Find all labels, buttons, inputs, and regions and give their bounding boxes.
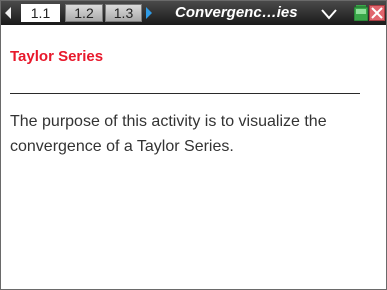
divider <box>10 93 360 94</box>
title-bar: 1.1 1.2 1.3 Convergenc…ies <box>1 1 386 25</box>
close-x-glyph <box>371 7 383 19</box>
chevron-down-icon[interactable] <box>321 8 337 20</box>
triangle-left-icon[interactable] <box>5 7 11 19</box>
triangle-right-icon[interactable] <box>146 7 152 19</box>
battery-icon <box>354 5 368 21</box>
notes-page: Taylor Series The purpose of this activi… <box>1 25 386 289</box>
tab-1-2[interactable]: 1.2 <box>65 4 103 22</box>
tab-1-3[interactable]: 1.3 <box>105 4 142 22</box>
document-title[interactable]: Convergenc…ies <box>175 4 298 22</box>
app-window: 1.1 1.2 1.3 Convergenc…ies Taylor Series… <box>0 0 387 290</box>
page-body-text: The purpose of this activity is to visua… <box>10 113 327 155</box>
tab-1-1[interactable]: 1.1 <box>21 4 60 22</box>
page-heading: Taylor Series <box>10 48 104 65</box>
close-icon[interactable] <box>369 5 385 21</box>
